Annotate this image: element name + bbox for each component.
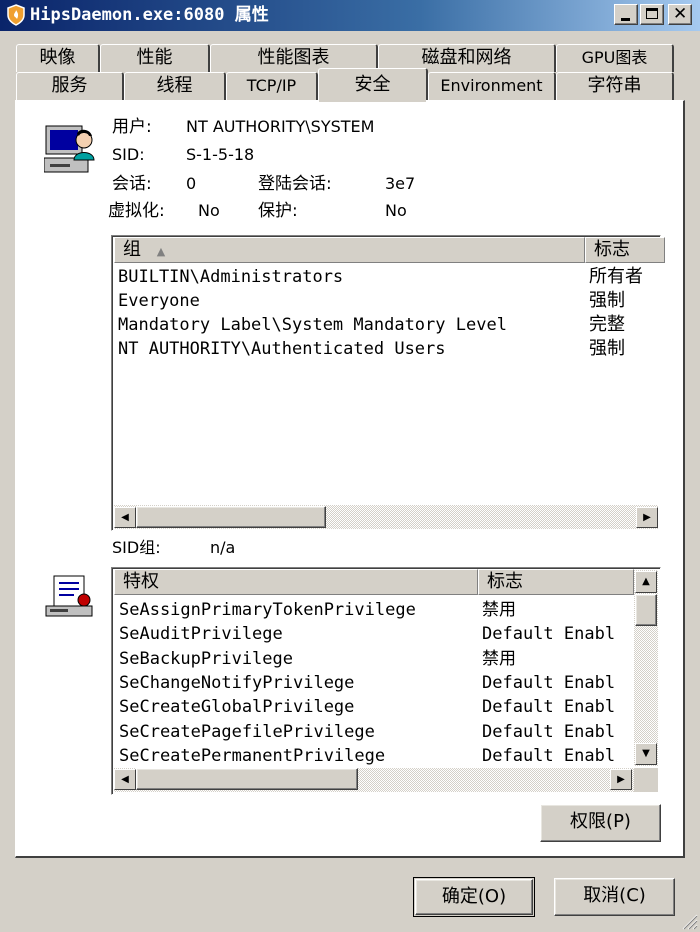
- privilege-flags: Default Enabl: [482, 697, 616, 717]
- tab-environment[interactable]: Environment: [428, 72, 556, 101]
- cancel-button[interactable]: 取消(C): [554, 878, 675, 916]
- privileges-list[interactable]: 特权 标志 SeAssignPrimaryTokenPrivilege 禁用 S…: [111, 567, 661, 795]
- privilege-name[interactable]: SeCreatePagefilePrivilege: [119, 720, 375, 744]
- ok-button-frame[interactable]: 确定(O): [413, 877, 535, 917]
- scroll-corner: [634, 768, 658, 792]
- privilege-flags: Default Enabl: [482, 624, 616, 644]
- arrow-left-icon: ◀: [121, 512, 129, 523]
- privileges-vscroll-thumb[interactable]: [635, 594, 657, 626]
- tab-strings[interactable]: 字符串: [556, 72, 674, 101]
- user-computer-icon: [44, 125, 95, 173]
- tab-image[interactable]: 映像: [16, 44, 100, 72]
- privilege-name[interactable]: SeAuditPrivilege: [119, 622, 283, 646]
- maximize-icon: [646, 8, 658, 19]
- arrow-right-icon: ▶: [617, 774, 625, 785]
- group-flags: 完整: [589, 314, 625, 335]
- virtualization-value: No: [198, 201, 220, 220]
- tab-security[interactable]: 安全: [318, 68, 428, 102]
- close-icon: ✕: [673, 4, 688, 24]
- sort-ascending-icon: ▲: [156, 245, 166, 258]
- sid-group-value: n/a: [210, 538, 236, 557]
- maximize-button[interactable]: [640, 4, 664, 25]
- logon-session-label: 登陆会话:: [258, 174, 332, 194]
- arrow-left-icon: ◀: [121, 774, 129, 785]
- virtualization-label: 虚拟化:: [108, 201, 165, 221]
- groups-list[interactable]: 组 ▲ 标志 BUILTIN\Administrators 所有者 Everyo…: [111, 235, 665, 531]
- minimize-button[interactable]: [614, 4, 638, 25]
- column-header-flags[interactable]: 标志: [585, 237, 665, 263]
- close-button[interactable]: ✕: [668, 4, 692, 25]
- column-header-group[interactable]: 组 ▲: [114, 237, 585, 263]
- tab-tcpip[interactable]: TCP/IP: [226, 72, 318, 101]
- arrow-up-icon: ▲: [642, 576, 650, 587]
- tab-threads[interactable]: 线程: [124, 72, 226, 101]
- privilege-name[interactable]: SeCreateGlobalPrivilege: [119, 695, 354, 719]
- scroll-right-button[interactable]: ▶: [610, 769, 632, 790]
- column-header-priv-flags[interactable]: 标志: [478, 569, 634, 595]
- group-flags: 强制: [589, 290, 625, 311]
- logon-session-value: 3e7: [385, 174, 416, 193]
- scroll-down-button[interactable]: ▼: [635, 743, 657, 765]
- privilege-name[interactable]: SeBackupPrivilege: [119, 647, 293, 671]
- tab-gpu-graph[interactable]: GPU图表: [556, 44, 674, 72]
- group-flags: 强制: [589, 338, 625, 359]
- scroll-right-button[interactable]: ▶: [636, 507, 658, 528]
- group-name[interactable]: BUILTIN\Administrators: [118, 265, 343, 289]
- session-value: 0: [186, 174, 197, 193]
- groups-hscroll-thumb[interactable]: [136, 506, 326, 528]
- shield-flame-icon: [7, 4, 25, 26]
- session-label: 会话:: [112, 174, 152, 194]
- privilege-flags: Default Enabl: [482, 673, 616, 693]
- group-flags: 所有者: [589, 266, 643, 287]
- arrow-right-icon: ▶: [643, 512, 651, 523]
- privilege-name[interactable]: SeCreatePermanentPrivilege: [119, 744, 385, 768]
- privilege-flags: Default Enabl: [482, 722, 616, 742]
- permissions-button[interactable]: 权限(P): [540, 804, 661, 842]
- minimize-icon: [621, 18, 630, 21]
- scroll-left-button[interactable]: ◀: [114, 507, 136, 528]
- privilege-name[interactable]: SeAssignPrimaryTokenPrivilege: [119, 598, 416, 622]
- sid-value: S-1-5-18: [186, 145, 255, 164]
- user-value: NT AUTHORITY\SYSTEM: [186, 117, 375, 136]
- scroll-up-button[interactable]: ▲: [635, 571, 657, 593]
- resize-grip-icon[interactable]: [680, 912, 698, 930]
- group-name[interactable]: Everyone: [118, 289, 200, 313]
- privilege-flags: Default Enabl: [482, 746, 616, 766]
- protection-value: No: [385, 201, 407, 220]
- window-title: HipsDaemon.exe:6080 属性: [30, 5, 269, 25]
- privilege-flags: 禁用: [482, 649, 516, 669]
- sid-group-label: SID组:: [112, 538, 161, 557]
- ok-button[interactable]: 确定(O): [415, 879, 533, 915]
- column-header-group-label: 组: [123, 239, 141, 260]
- privilege-flags: 禁用: [482, 600, 516, 620]
- tab-performance[interactable]: 性能: [100, 44, 210, 72]
- column-header-privilege[interactable]: 特权: [114, 569, 478, 595]
- protection-label: 保护:: [258, 201, 298, 221]
- group-name[interactable]: Mandatory Label\System Mandatory Level: [118, 313, 507, 337]
- title-bar[interactable]: HipsDaemon.exe:6080 属性 ✕: [0, 0, 700, 31]
- arrow-down-icon: ▼: [642, 748, 650, 759]
- privileges-certificate-icon: [45, 575, 93, 617]
- user-label: 用户:: [112, 117, 152, 137]
- scroll-left-button[interactable]: ◀: [114, 769, 136, 790]
- sid-label: SID:: [112, 145, 145, 164]
- privilege-name[interactable]: SeChangeNotifyPrivilege: [119, 671, 354, 695]
- privileges-hscroll-thumb[interactable]: [136, 768, 358, 790]
- group-name[interactable]: NT AUTHORITY\Authenticated Users: [118, 337, 446, 361]
- tab-services[interactable]: 服务: [16, 72, 124, 101]
